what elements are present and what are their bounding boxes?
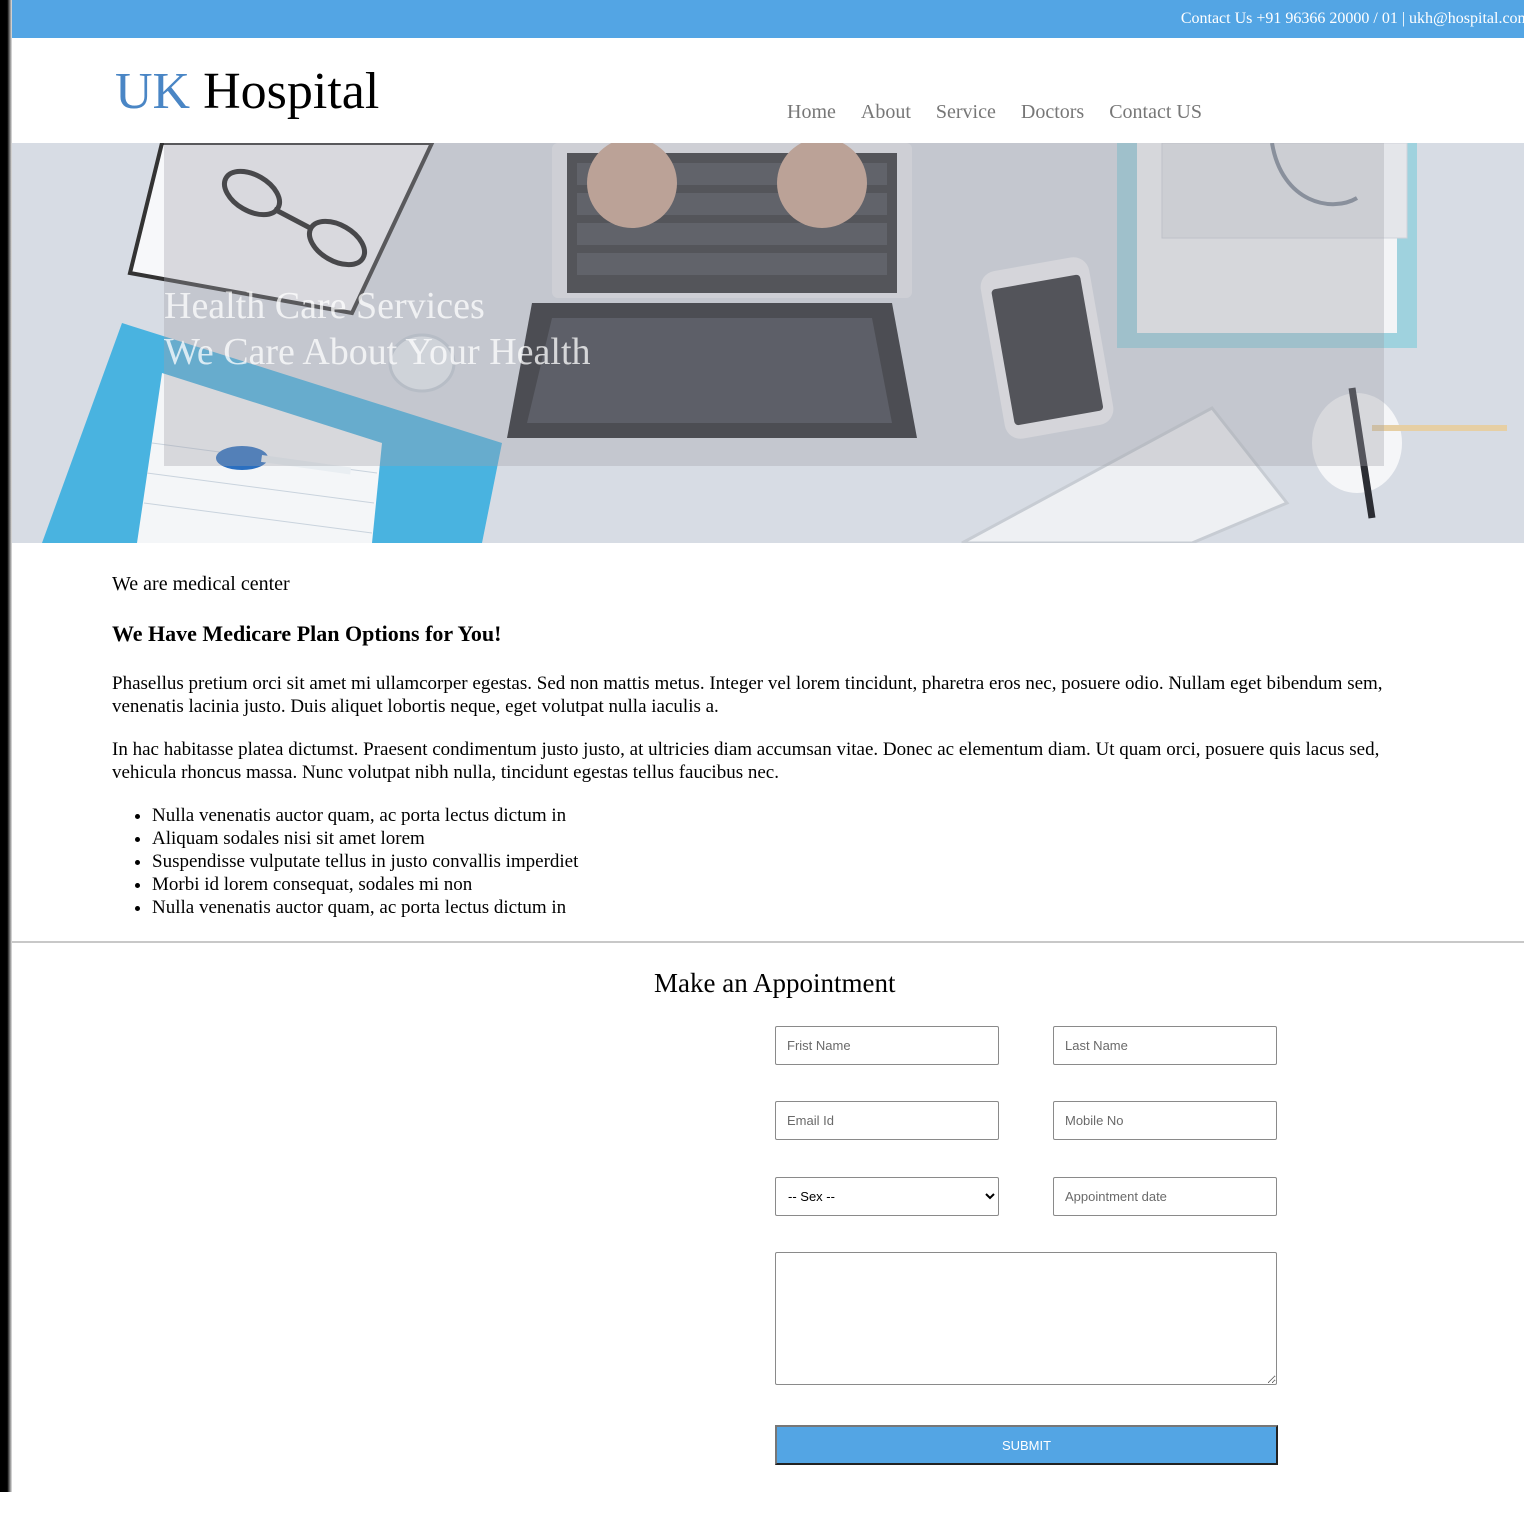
sex-select[interactable]: -- Sex -- — [775, 1177, 999, 1216]
site-logo[interactable]: UK Hospital — [115, 62, 379, 122]
section-heading: We Have Medicare Plan Options for You! — [112, 621, 502, 646]
appointment-date-input[interactable] — [1053, 1177, 1277, 1216]
hero-heading: Health Care Services We Care About Your … — [164, 283, 591, 375]
email-input[interactable] — [775, 1101, 999, 1140]
paragraph-1: Phasellus pretium orci sit amet mi ullam… — [112, 673, 1383, 717]
main-nav: Home About Service Doctors Contact US — [787, 101, 1227, 124]
window-edge — [0, 0, 12, 1492]
logo-hospital: Hospital — [203, 63, 380, 120]
mobile-input[interactable] — [1053, 1101, 1277, 1140]
list-item: Morbi id lorem consequat, sodales mi non — [152, 873, 1422, 896]
appointment-title: Make an Appointment — [654, 968, 896, 998]
intro-text: We are medical center — [112, 573, 290, 595]
hero-banner: Health Care Services We Care About Your … — [12, 143, 1524, 543]
nav-contact[interactable]: Contact US — [1109, 101, 1202, 124]
nav-about[interactable]: About — [861, 101, 911, 124]
main-content: We are medical center We Have Medicare P… — [112, 572, 1422, 919]
list-item: Nulla venenatis auctor quam, ac porta le… — [152, 804, 1422, 827]
logo-uk: UK — [115, 63, 191, 120]
hero-line-2: We Care About Your Health — [164, 331, 591, 373]
last-name-input[interactable] — [1053, 1026, 1277, 1065]
nav-home[interactable]: Home — [787, 101, 836, 124]
first-name-input[interactable] — [775, 1026, 999, 1065]
paragraph-2: In hac habitasse platea dictumst. Praese… — [112, 739, 1380, 783]
list-item: Aliquam sodales nisi sit amet lorem — [152, 827, 1422, 850]
contact-info: Contact Us +91 96366 20000 / 01 | ukh@ho… — [1180, 10, 1524, 27]
hero-line-1: Health Care Services — [164, 285, 485, 327]
nav-service[interactable]: Service — [936, 101, 996, 124]
page: Contact Us +91 96366 20000 / 01 | ukh@ho… — [12, 0, 1524, 1532]
feature-list: Nulla venenatis auctor quam, ac porta le… — [112, 804, 1422, 919]
top-contact-bar: Contact Us +91 96366 20000 / 01 | ukh@ho… — [12, 0, 1524, 38]
section-divider — [12, 941, 1524, 943]
list-item: Nulla venenatis auctor quam, ac porta le… — [152, 896, 1422, 919]
nav-doctors[interactable]: Doctors — [1021, 101, 1084, 124]
list-item: Suspendisse vulputate tellus in justo co… — [152, 850, 1422, 873]
message-textarea[interactable] — [775, 1252, 1277, 1385]
submit-button[interactable]: SUBMIT — [775, 1425, 1278, 1465]
